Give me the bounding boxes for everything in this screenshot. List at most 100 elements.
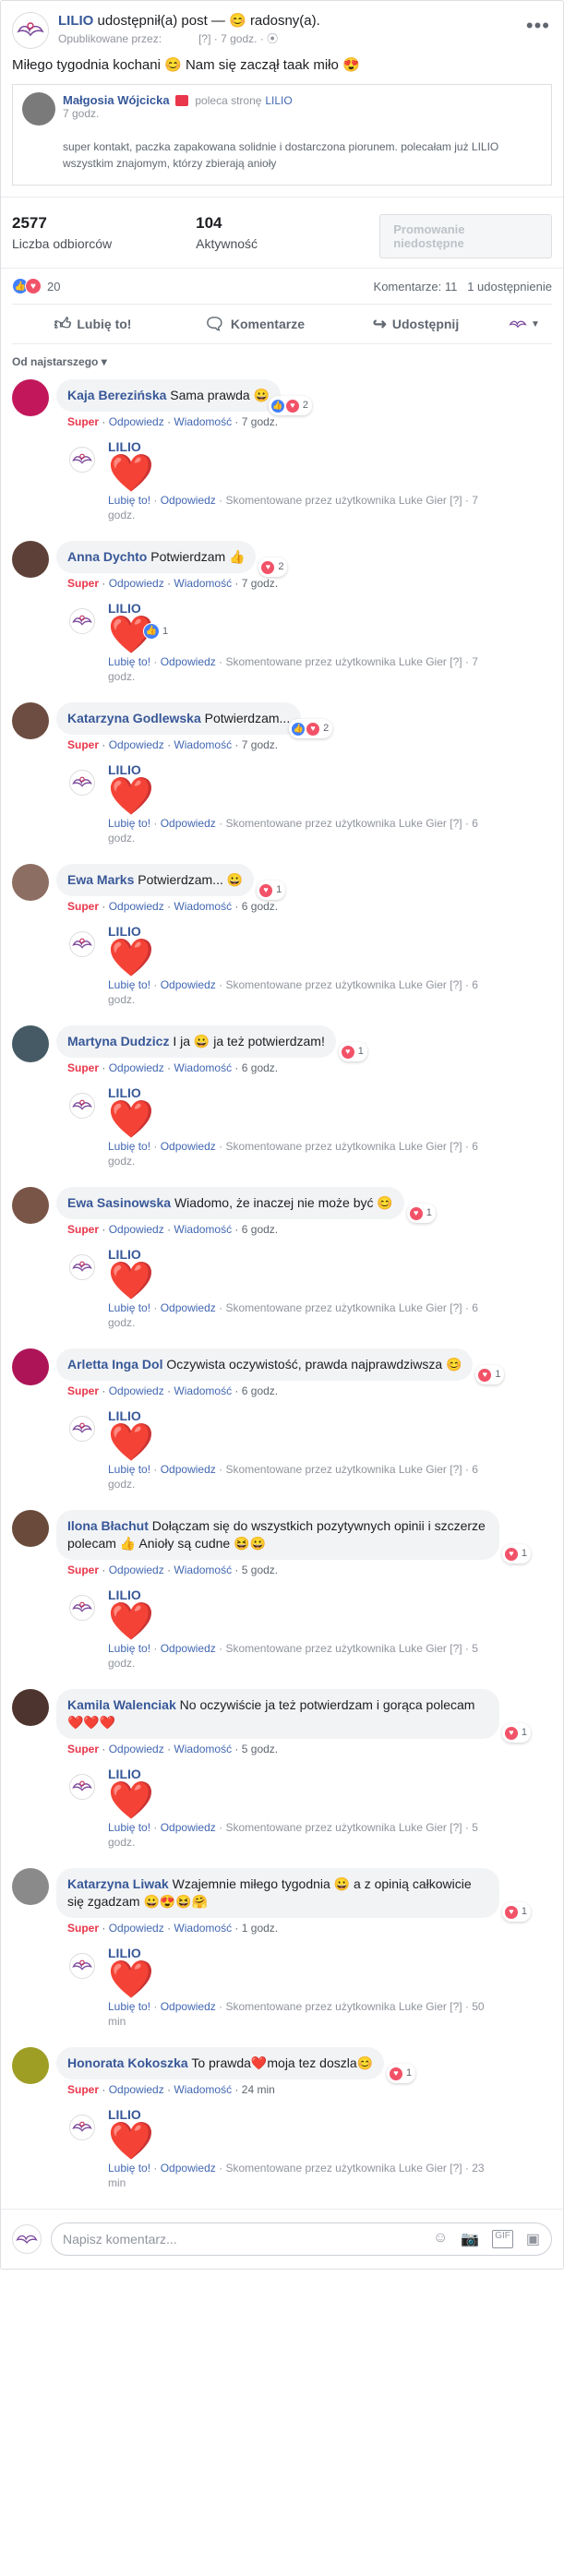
commenter-avatar[interactable] (12, 1689, 49, 1726)
comment-time[interactable]: 5 godz. (242, 1743, 278, 1755)
message-button[interactable]: Wiadomość (174, 415, 232, 428)
super-reaction-button[interactable]: Super (67, 1564, 99, 1576)
super-reaction-button[interactable]: Super (67, 1922, 99, 1935)
comment-author[interactable]: Kaja Berezińska (67, 388, 166, 402)
commenter-avatar[interactable] (12, 1187, 49, 1224)
commenter-avatar[interactable] (12, 541, 49, 578)
reply-like-button[interactable]: Lubię to! (108, 817, 150, 830)
comment-reactions[interactable]: ♥ 1 (501, 1902, 531, 1922)
camera-icon[interactable]: 📷 (461, 2230, 479, 2248)
commented-by-placeholder[interactable]: [?] (450, 1140, 462, 1153)
reply-like-button[interactable]: Lubię to! (108, 1821, 150, 1834)
shares-count[interactable]: 1 udostępnienie (467, 280, 552, 294)
reply-reply-button[interactable]: Odpowiedz (161, 2162, 216, 2175)
share-button[interactable]: ↪ Udostępnij (335, 310, 497, 338)
super-reaction-button[interactable]: Super (67, 900, 99, 913)
comment-reactions[interactable]: ♥ 1 (475, 1365, 505, 1384)
commenter-avatar[interactable] (12, 1510, 49, 1547)
message-button[interactable]: Wiadomość (174, 738, 232, 751)
commented-by-placeholder[interactable]: [?] (450, 1642, 462, 1655)
commenter-avatar[interactable] (12, 702, 49, 739)
comment-time[interactable]: 7 godz. (242, 738, 278, 751)
reply-reply-button[interactable]: Odpowiedz (161, 1301, 216, 1314)
recommendation-time[interactable]: 7 godz. (63, 107, 293, 120)
message-button[interactable]: Wiadomość (174, 1743, 232, 1755)
message-button[interactable]: Wiadomość (174, 1223, 232, 1236)
reply-author[interactable]: LILIO (108, 1588, 505, 1602)
reply-button[interactable]: Odpowiedz (109, 1564, 164, 1576)
reply-avatar[interactable] (69, 447, 95, 473)
reply-like-button[interactable]: Lubię to! (108, 1642, 150, 1655)
comment-time[interactable]: 6 godz. (242, 900, 278, 913)
reply-button[interactable]: Odpowiedz (109, 415, 164, 428)
reply-button[interactable]: Odpowiedz (109, 1922, 164, 1935)
super-reaction-button[interactable]: Super (67, 738, 99, 751)
reply-like-button[interactable]: Lubię to! (108, 494, 150, 507)
reply-button[interactable]: Odpowiedz (109, 1061, 164, 1074)
comment-author[interactable]: Honorata Kokoszka (67, 2055, 188, 2070)
super-reaction-button[interactable]: Super (67, 2083, 99, 2096)
reply-reply-button[interactable]: Odpowiedz (161, 1642, 216, 1655)
commented-by-placeholder[interactable]: [?] (450, 1463, 462, 1476)
comment-reactions[interactable]: 👍 ♥ 2 (268, 396, 312, 415)
reply-like-button[interactable]: Lubię to! (108, 978, 150, 991)
reply-author[interactable]: LILIO (108, 1946, 505, 1960)
comment-time[interactable]: 24 min (242, 2083, 275, 2096)
reply-author[interactable]: LILIO (108, 1247, 505, 1262)
comment-author[interactable]: Anna Dychto (67, 549, 147, 564)
promote-button[interactable]: Promowanie niedostępne (379, 214, 552, 258)
composer-avatar[interactable] (12, 2224, 42, 2254)
comment-reactions[interactable]: ♥ 1 (338, 1042, 367, 1061)
reply-like-button[interactable]: Lubię to! (108, 1140, 150, 1153)
reaction-icons[interactable]: 👍 ♥ 20 (12, 278, 60, 294)
reply-like-button[interactable]: Lubię to! (108, 2162, 150, 2175)
comment-sort-dropdown[interactable]: Od najstarszego ▾ (1, 344, 563, 379)
comment-reactions[interactable]: ♥ 1 (386, 2064, 416, 2083)
reply-reply-button[interactable]: Odpowiedz (161, 1463, 216, 1476)
recommender-name[interactable]: Małgosia Wójcicka (63, 93, 170, 107)
reply-reply-button[interactable]: Odpowiedz (161, 2000, 216, 2013)
reply-avatar[interactable] (69, 931, 95, 957)
reply-reply-button[interactable]: Odpowiedz (161, 494, 216, 507)
message-button[interactable]: Wiadomość (174, 1061, 232, 1074)
recommender-avatar[interactable] (22, 92, 55, 126)
commenter-avatar[interactable] (12, 379, 49, 416)
message-button[interactable]: Wiadomość (174, 1564, 232, 1576)
comment-button[interactable]: 🗨︎ Komentarze (174, 310, 335, 338)
commented-by-placeholder[interactable]: [?] (450, 2162, 462, 2175)
commenter-avatar[interactable] (12, 1025, 49, 1062)
gif-icon[interactable]: GIF (492, 2230, 513, 2248)
commented-by-placeholder[interactable]: [?] (450, 2000, 462, 2013)
page-name[interactable]: LILIO (58, 13, 93, 29)
comment-time[interactable]: 1 godz. (242, 1922, 278, 1935)
reply-button[interactable]: Odpowiedz (109, 1743, 164, 1755)
more-options-icon[interactable]: ••• (526, 14, 550, 38)
reply-avatar[interactable] (69, 770, 95, 796)
reply-author[interactable]: LILIO (108, 1767, 505, 1781)
commenter-avatar[interactable] (12, 864, 49, 901)
comment-author[interactable]: Ewa Sasinowska (67, 1195, 171, 1210)
reply-avatar[interactable] (69, 2115, 95, 2140)
reply-author[interactable]: LILIO (108, 439, 505, 454)
reply-like-button[interactable]: Lubię to! (108, 1463, 150, 1476)
comment-time[interactable]: 6 godz. (242, 1223, 278, 1236)
commenter-avatar[interactable] (12, 1348, 49, 1385)
reply-reply-button[interactable]: Odpowiedz (161, 1140, 216, 1153)
recommendation-card[interactable]: Małgosia Wójcicka poleca stronę LILIO 7 … (12, 84, 552, 186)
comment-reactions[interactable]: ♥ 1 (501, 1723, 531, 1743)
reply-reply-button[interactable]: Odpowiedz (161, 655, 216, 668)
commenter-avatar[interactable] (12, 2047, 49, 2084)
comment-time[interactable]: 7 godz. (242, 415, 278, 428)
reply-button[interactable]: Odpowiedz (109, 1223, 164, 1236)
reply-button[interactable]: Odpowiedz (109, 900, 164, 913)
comment-author[interactable]: Ewa Marks (67, 872, 134, 887)
reply-avatar[interactable] (69, 1774, 95, 1800)
reply-avatar[interactable] (69, 1416, 95, 1442)
reply-reply-button[interactable]: Odpowiedz (161, 1821, 216, 1834)
commenter-avatar[interactable] (12, 1868, 49, 1905)
reply-like-button[interactable]: Lubię to! (108, 1301, 150, 1314)
recommended-page-link[interactable]: LILIO (265, 94, 292, 107)
reply-author[interactable]: LILIO (108, 1085, 505, 1100)
published-by-placeholder[interactable]: [?] (198, 32, 210, 45)
reply-avatar[interactable] (69, 1093, 95, 1119)
